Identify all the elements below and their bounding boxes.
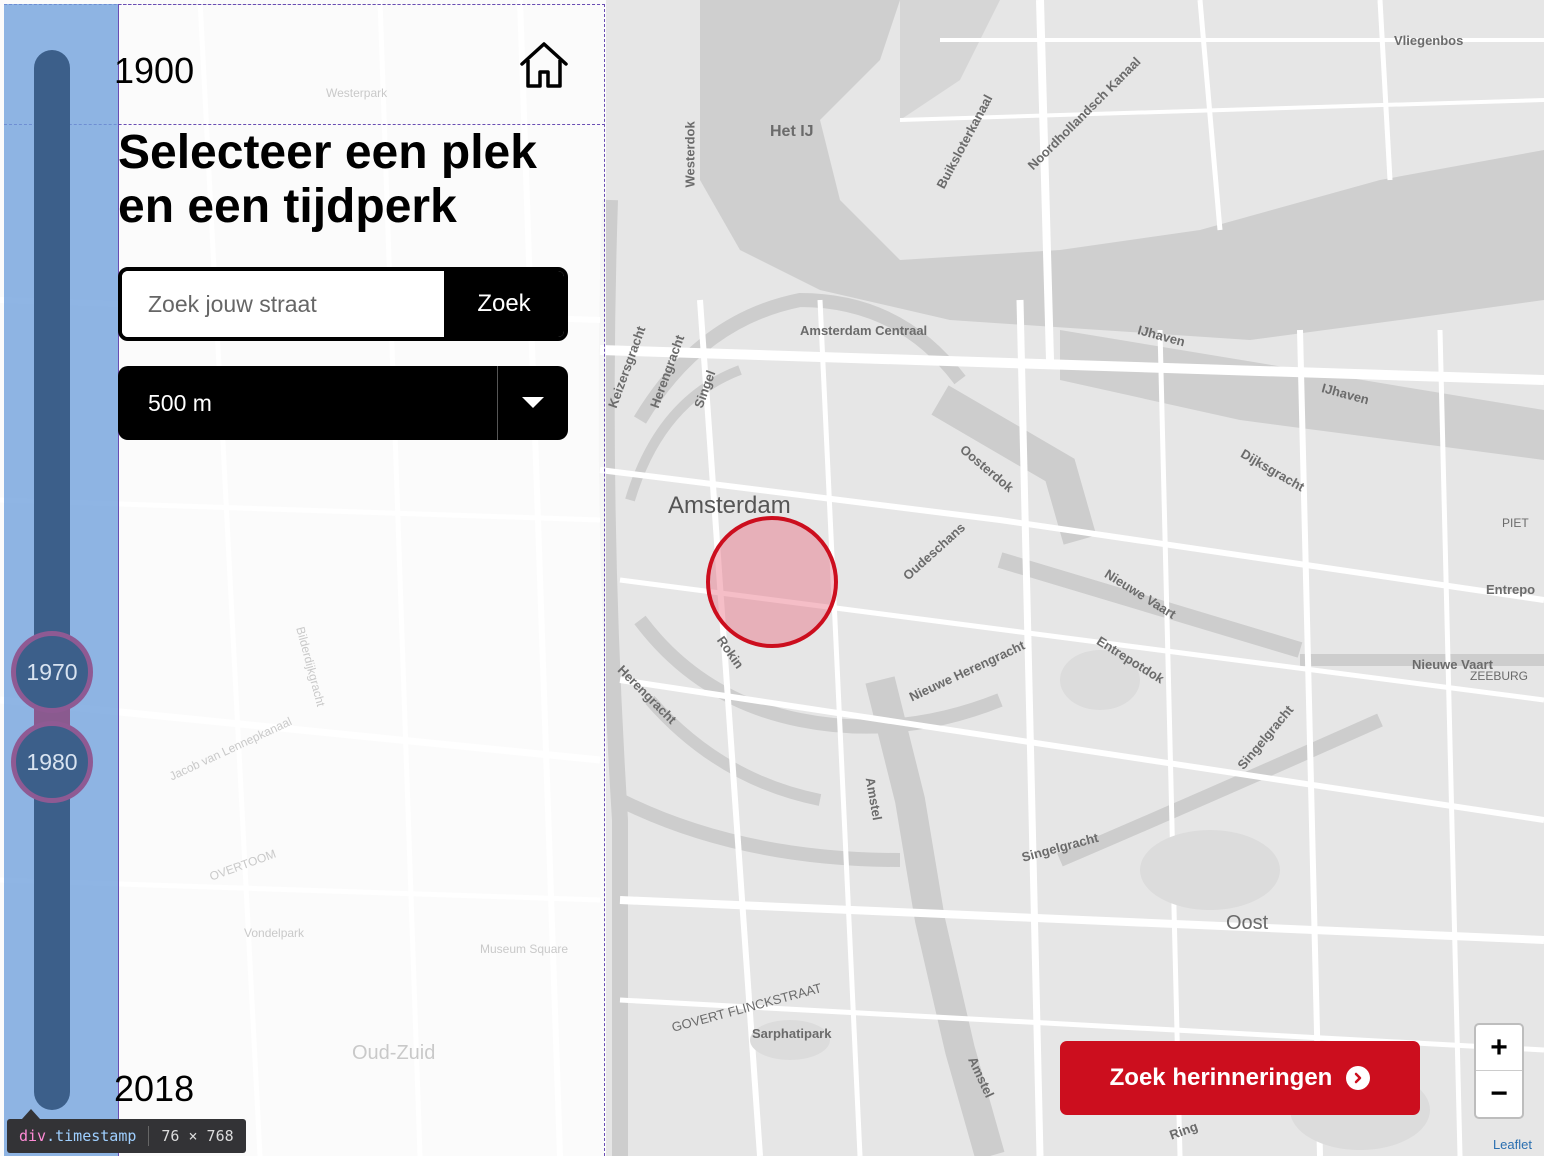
map-label-sarphatipark: Sarphatipark xyxy=(752,1026,832,1041)
home-icon xyxy=(520,42,568,88)
page-title: Selecteer een plek en een tijdperk xyxy=(118,126,537,233)
map-label-oost: Oost xyxy=(1226,912,1269,934)
year-start-label: 1900 xyxy=(114,50,195,91)
map-label-piet: PIET xyxy=(1502,516,1529,530)
timeline-start-label: 1970 xyxy=(26,658,78,685)
devtools-tooltip-caret xyxy=(22,1109,40,1119)
home-button[interactable] xyxy=(516,40,572,90)
find-memories-button[interactable]: Zoek herinneringen xyxy=(1060,1041,1420,1115)
caret-down-icon xyxy=(498,397,568,409)
timeline-slider-track[interactable] xyxy=(34,50,70,1110)
map-label-vondelpark: Vondelpark xyxy=(244,926,305,940)
find-memories-label: Zoek herinneringen xyxy=(1109,1064,1333,1091)
street-search-form: Zoek xyxy=(118,267,568,341)
zoom-out-button[interactable]: − xyxy=(1476,1071,1522,1117)
map-label-zeeburg: ZEEBURG xyxy=(1470,669,1529,683)
year-end-label: 2018 xyxy=(114,1068,195,1109)
map-label-museum-square: Museum Square xyxy=(480,942,569,956)
map-label-jacob: Jacob van Lennepkanaal xyxy=(167,714,294,784)
app-root: Vliegenbos Het IJ Westerdok Buiksloterka… xyxy=(0,0,1544,1156)
timeline-end-label: 1980 xyxy=(26,748,78,775)
timestamp-column: 1970 1980 xyxy=(4,4,119,1156)
map-label-vliegenbos: Vliegenbos xyxy=(1394,33,1464,48)
map-label-het-ij: Het IJ xyxy=(770,123,814,140)
map-label-oud-zuid: Oud-Zuid xyxy=(352,1042,436,1064)
map-label-entrepo: Entrepo xyxy=(1486,582,1536,597)
map-label-westerdok: Westerdok xyxy=(682,121,698,188)
zoom-in-button[interactable]: + xyxy=(1476,1025,1522,1071)
timeline-handle-end[interactable]: 1980 xyxy=(11,721,93,803)
radius-select[interactable]: 500 m xyxy=(118,366,568,440)
devtools-class: .timestamp xyxy=(46,1127,137,1145)
map-label-overtoom: OVERTOOM xyxy=(207,846,278,884)
timeline-handle-start[interactable]: 1970 xyxy=(11,631,93,713)
search-radius-circle[interactable] xyxy=(706,516,838,648)
map-label-centraal: Amsterdam Centraal xyxy=(800,323,928,338)
devtools-element-tooltip: div .timestamp 76 × 768 xyxy=(7,1119,246,1153)
map-label-bilderdijkgracht: Bilderdijkgracht xyxy=(293,625,328,709)
devtools-separator xyxy=(148,1126,150,1146)
devtools-size: 76 × 768 xyxy=(161,1127,234,1145)
map-label-westerpark: Westerpark xyxy=(326,86,388,100)
street-search-input[interactable] xyxy=(122,271,444,337)
radius-selected-value: 500 m xyxy=(148,389,212,416)
map-attribution-link[interactable]: Leaflet xyxy=(1493,1137,1532,1152)
zoom-control: + − xyxy=(1474,1023,1524,1119)
search-button[interactable]: Zoek xyxy=(444,271,564,337)
devtools-tag: div xyxy=(19,1127,47,1145)
chevron-circle-right-icon xyxy=(1346,1066,1371,1090)
